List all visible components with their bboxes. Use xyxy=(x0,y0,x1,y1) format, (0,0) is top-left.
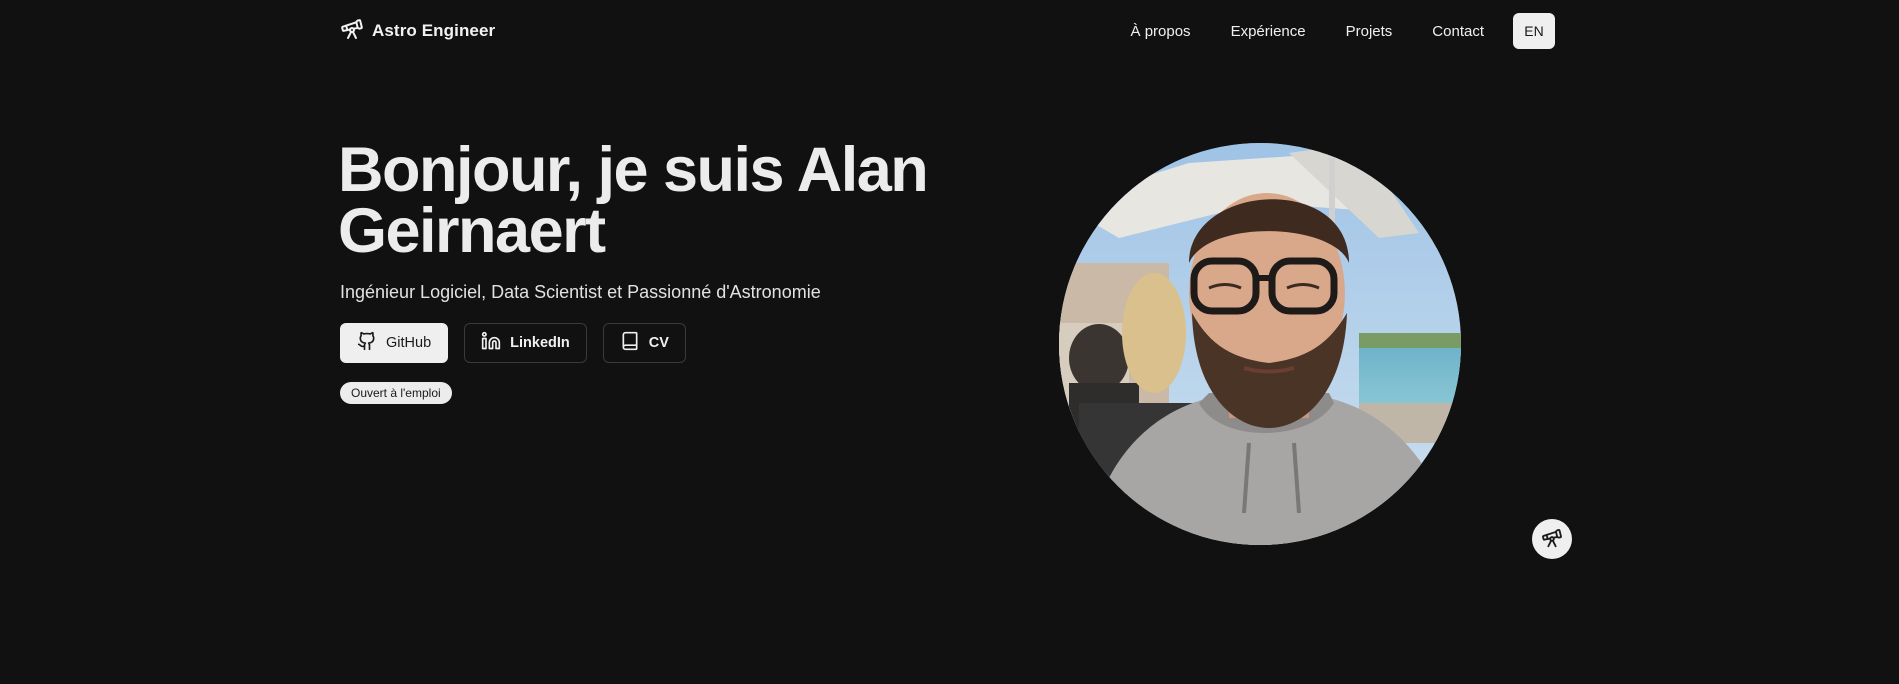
book-icon xyxy=(620,331,640,355)
language-toggle-button[interactable]: EN xyxy=(1513,13,1555,49)
brand-link[interactable]: Astro Engineer xyxy=(340,18,495,44)
github-icon xyxy=(357,331,377,355)
hero-buttons: GitHub LinkedIn CV xyxy=(340,323,686,363)
hero-subtitle: Ingénieur Logiciel, Data Scientist et Pa… xyxy=(340,282,821,302)
nav-item-experience[interactable]: Expérience xyxy=(1231,23,1306,40)
profile-photo xyxy=(1059,143,1461,545)
nav-item-a-propos[interactable]: À propos xyxy=(1131,23,1191,40)
telescope-icon xyxy=(1541,527,1563,552)
github-button-label: GitHub xyxy=(386,335,432,351)
brand-name: Astro Engineer xyxy=(372,21,496,40)
nav-item-projets[interactable]: Projets xyxy=(1346,23,1393,40)
telescope-fab-button[interactable] xyxy=(1532,519,1572,559)
status-badge: Ouvert à l'emploi xyxy=(340,382,452,404)
telescope-icon xyxy=(340,17,364,46)
page: Astro Engineer À propos Expérience Proje… xyxy=(0,0,1899,684)
cv-button-label: CV xyxy=(648,335,669,351)
hero-title: Bonjour, je suis Alan Geirnaert xyxy=(338,135,929,266)
linkedin-icon xyxy=(481,331,501,355)
linkedin-button[interactable]: LinkedIn xyxy=(464,323,587,363)
nav-item-contact[interactable]: Contact xyxy=(1432,23,1484,40)
github-button[interactable]: GitHub xyxy=(340,323,449,363)
main-nav: À propos Expérience Projets Contact EN xyxy=(1131,13,1555,49)
linkedin-button-label: LinkedIn xyxy=(510,335,570,351)
site-header: Astro Engineer À propos Expérience Proje… xyxy=(0,0,1899,62)
cv-button[interactable]: CV xyxy=(602,323,686,363)
